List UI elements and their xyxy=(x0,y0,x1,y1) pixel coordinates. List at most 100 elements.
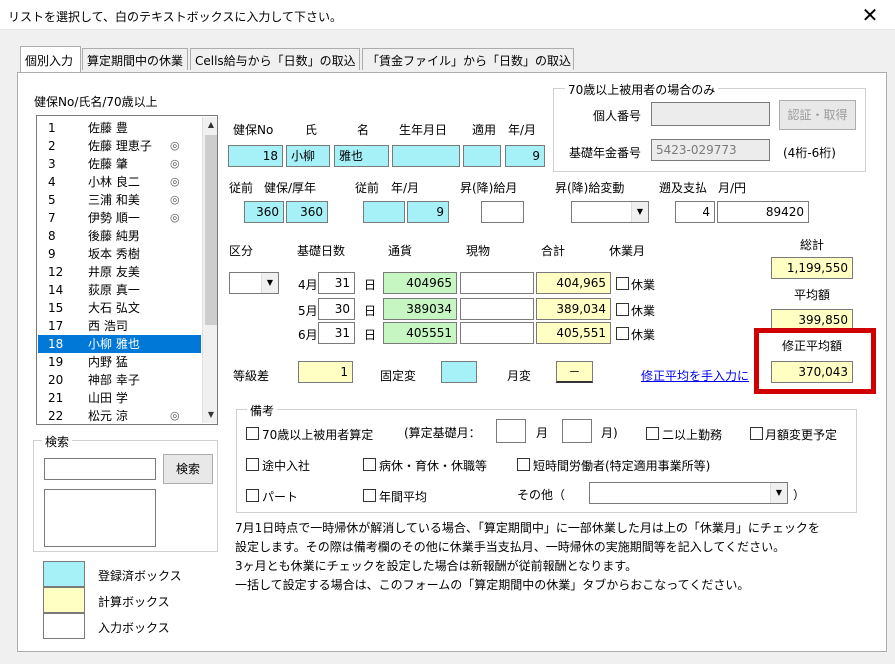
retro-ym-label: 月/円 xyxy=(718,181,747,195)
over70-checkbox[interactable] xyxy=(246,427,259,440)
list-item-name: 佐藤 理恵子 xyxy=(88,139,152,153)
scroll-thumb[interactable] xyxy=(205,135,217,325)
leave-checkbox[interactable] xyxy=(616,327,629,340)
chevron-down-icon[interactable]: ▼ xyxy=(631,202,648,222)
annual-avg-checkbox[interactable] xyxy=(363,489,376,502)
leave-header: 休業月 xyxy=(609,244,646,258)
sick-leave-label: 病休・育休・休職等 xyxy=(379,459,488,473)
kind-input[interactable] xyxy=(460,272,534,294)
list-item[interactable]: 17 西 浩司 xyxy=(38,317,201,335)
fixed-change-label: 固定変 xyxy=(380,369,417,383)
list-item-no: 9 xyxy=(48,247,56,261)
list-item[interactable]: 4 小林 良二 ◎ xyxy=(38,173,201,191)
monthly-change-label: 月変 xyxy=(507,369,532,383)
days-input[interactable]: 30 xyxy=(318,298,355,320)
mei-field: 雅也 xyxy=(334,145,389,167)
monthly-change-plan-checkbox[interactable] xyxy=(750,427,763,440)
list-item[interactable]: 21 山田 学 xyxy=(38,389,201,407)
list-item[interactable]: 5 三浦 和美 ◎ xyxy=(38,191,201,209)
days-header: 基礎日数 xyxy=(297,244,346,258)
auth-button[interactable]: 認証・取得 xyxy=(779,100,856,130)
mid-join-checkbox[interactable] xyxy=(246,458,259,471)
currency-field[interactable]: 389034 xyxy=(383,298,457,320)
days-input[interactable]: 31 xyxy=(318,272,355,294)
kenpo-kosei-label: 健保/厚年 xyxy=(264,181,317,195)
list-item[interactable]: 18 小柳 雅也 xyxy=(38,335,201,353)
retro-month-input[interactable]: 4 xyxy=(675,201,715,223)
search-results[interactable] xyxy=(44,489,156,547)
list-item-name: 西 浩司 xyxy=(88,319,128,333)
list-item[interactable]: 19 内野 猛 xyxy=(38,353,201,371)
list-item[interactable]: 8 後藤 純男 xyxy=(38,227,201,245)
sick-leave-checkbox[interactable] xyxy=(363,458,376,471)
kind-input[interactable] xyxy=(460,322,534,344)
senior-mark-icon: ◎ xyxy=(170,157,180,170)
month-number: 5 xyxy=(298,304,306,318)
list-item-no: 7 xyxy=(48,211,56,225)
list-item[interactable]: 9 坂本 秀樹 xyxy=(38,245,201,263)
list-item-no: 14 xyxy=(48,283,64,297)
kubun-select[interactable]: ▼ xyxy=(229,272,279,294)
kind-input[interactable] xyxy=(460,298,534,320)
retro-amount-input[interactable]: 89420 xyxy=(717,201,809,223)
list-item-no: 12 xyxy=(48,265,64,279)
raise-salary-label: 昇(降)給月 xyxy=(460,181,518,195)
currency-field[interactable]: 404965 xyxy=(383,272,457,294)
tab-cells-import[interactable]: Cells給与から「日数」の取込 xyxy=(190,48,360,70)
scroll-up-icon[interactable]: ▲ xyxy=(203,117,217,133)
list-item-no: 3 xyxy=(48,157,56,171)
employee-listbox[interactable]: 1 佐藤 豊 2 佐藤 理恵子 ◎ 3 佐藤 肇 ◎ 4 小林 良二 ◎ 5 三浦 和美 ◎ 7 伊勢 順一 ◎… xyxy=(36,115,218,425)
list-item[interactable]: 2 佐藤 理恵子 ◎ xyxy=(38,137,201,155)
before-kosei-field: 360 xyxy=(286,201,328,223)
scroll-down-icon[interactable]: ▼ xyxy=(203,407,217,423)
note-line-2: 設定します。その際は備考欄のその他に休業手当支払月、一時帰休の実施期間等を記入し… xyxy=(235,540,786,554)
part-checkbox[interactable] xyxy=(246,489,259,502)
before-month-field: 9 xyxy=(407,201,449,223)
search-input[interactable] xyxy=(44,458,156,480)
list-item[interactable]: 22 松元 涼 ◎ xyxy=(38,407,201,424)
base-month-1-input[interactable] xyxy=(496,419,526,443)
tab-individual[interactable]: 個別入力 xyxy=(20,46,81,72)
manual-avg-link[interactable]: 修正平均を手入力に xyxy=(641,367,749,384)
multi-work-checkbox[interactable] xyxy=(646,427,659,440)
chevron-down-icon[interactable]: ▼ xyxy=(261,273,278,293)
window-titlebar: リストを選択して、白のテキストボックスに入力して下さい。 ✕ xyxy=(0,0,895,30)
list-item[interactable]: 1 佐藤 豊 xyxy=(38,119,201,137)
day-unit: 日 xyxy=(364,328,377,342)
personal-no-label: 個人番号 xyxy=(593,109,642,123)
month-label: 4月 xyxy=(298,276,318,293)
list-item-no: 15 xyxy=(48,301,64,315)
raise-change-select[interactable]: ▼ xyxy=(571,201,649,223)
list-item-name: 佐藤 豊 xyxy=(88,121,128,135)
list-item[interactable]: 15 大石 弘文 xyxy=(38,299,201,317)
other-select[interactable]: ▼ xyxy=(589,482,788,504)
raise-salary-input[interactable] xyxy=(481,201,524,223)
input-swatch xyxy=(43,613,85,639)
tab-wage-file-import[interactable]: 「賃金ファイル」から「日数」の取込 xyxy=(362,48,574,70)
senior-mark-icon: ◎ xyxy=(170,193,180,206)
list-item[interactable]: 20 神部 幸子 xyxy=(38,371,201,389)
registered-swatch xyxy=(43,561,85,587)
short-time-checkbox[interactable] xyxy=(517,458,530,471)
list-item-no: 2 xyxy=(48,139,56,153)
base-month-2-input[interactable] xyxy=(562,419,592,443)
tab-leave[interactable]: 算定期間中の休業 xyxy=(82,48,188,70)
input-label: 入力ボックス xyxy=(98,621,170,635)
list-item[interactable]: 7 伊勢 順一 ◎ xyxy=(38,209,201,227)
list-item[interactable]: 14 荻原 真一 xyxy=(38,281,201,299)
list-item[interactable]: 12 井原 友美 xyxy=(38,263,201,281)
list-item[interactable]: 3 佐藤 肇 ◎ xyxy=(38,155,201,173)
avg-label: 平均額 xyxy=(794,288,831,302)
currency-field[interactable]: 405551 xyxy=(383,322,457,344)
leave-checkbox[interactable] xyxy=(616,303,629,316)
month-total-field: 405,551 xyxy=(536,322,611,344)
personal-no-field xyxy=(651,102,770,126)
days-input[interactable]: 31 xyxy=(318,322,355,344)
chevron-down-icon[interactable]: ▼ xyxy=(770,483,787,503)
close-icon[interactable]: ✕ xyxy=(850,2,890,28)
search-button[interactable]: 検索 xyxy=(163,454,213,484)
senior-mark-icon: ◎ xyxy=(170,409,180,422)
month-suffix: 月 xyxy=(305,328,318,342)
leave-checkbox[interactable] xyxy=(616,277,629,290)
list-scrollbar[interactable]: ▲ ▼ xyxy=(202,117,217,423)
